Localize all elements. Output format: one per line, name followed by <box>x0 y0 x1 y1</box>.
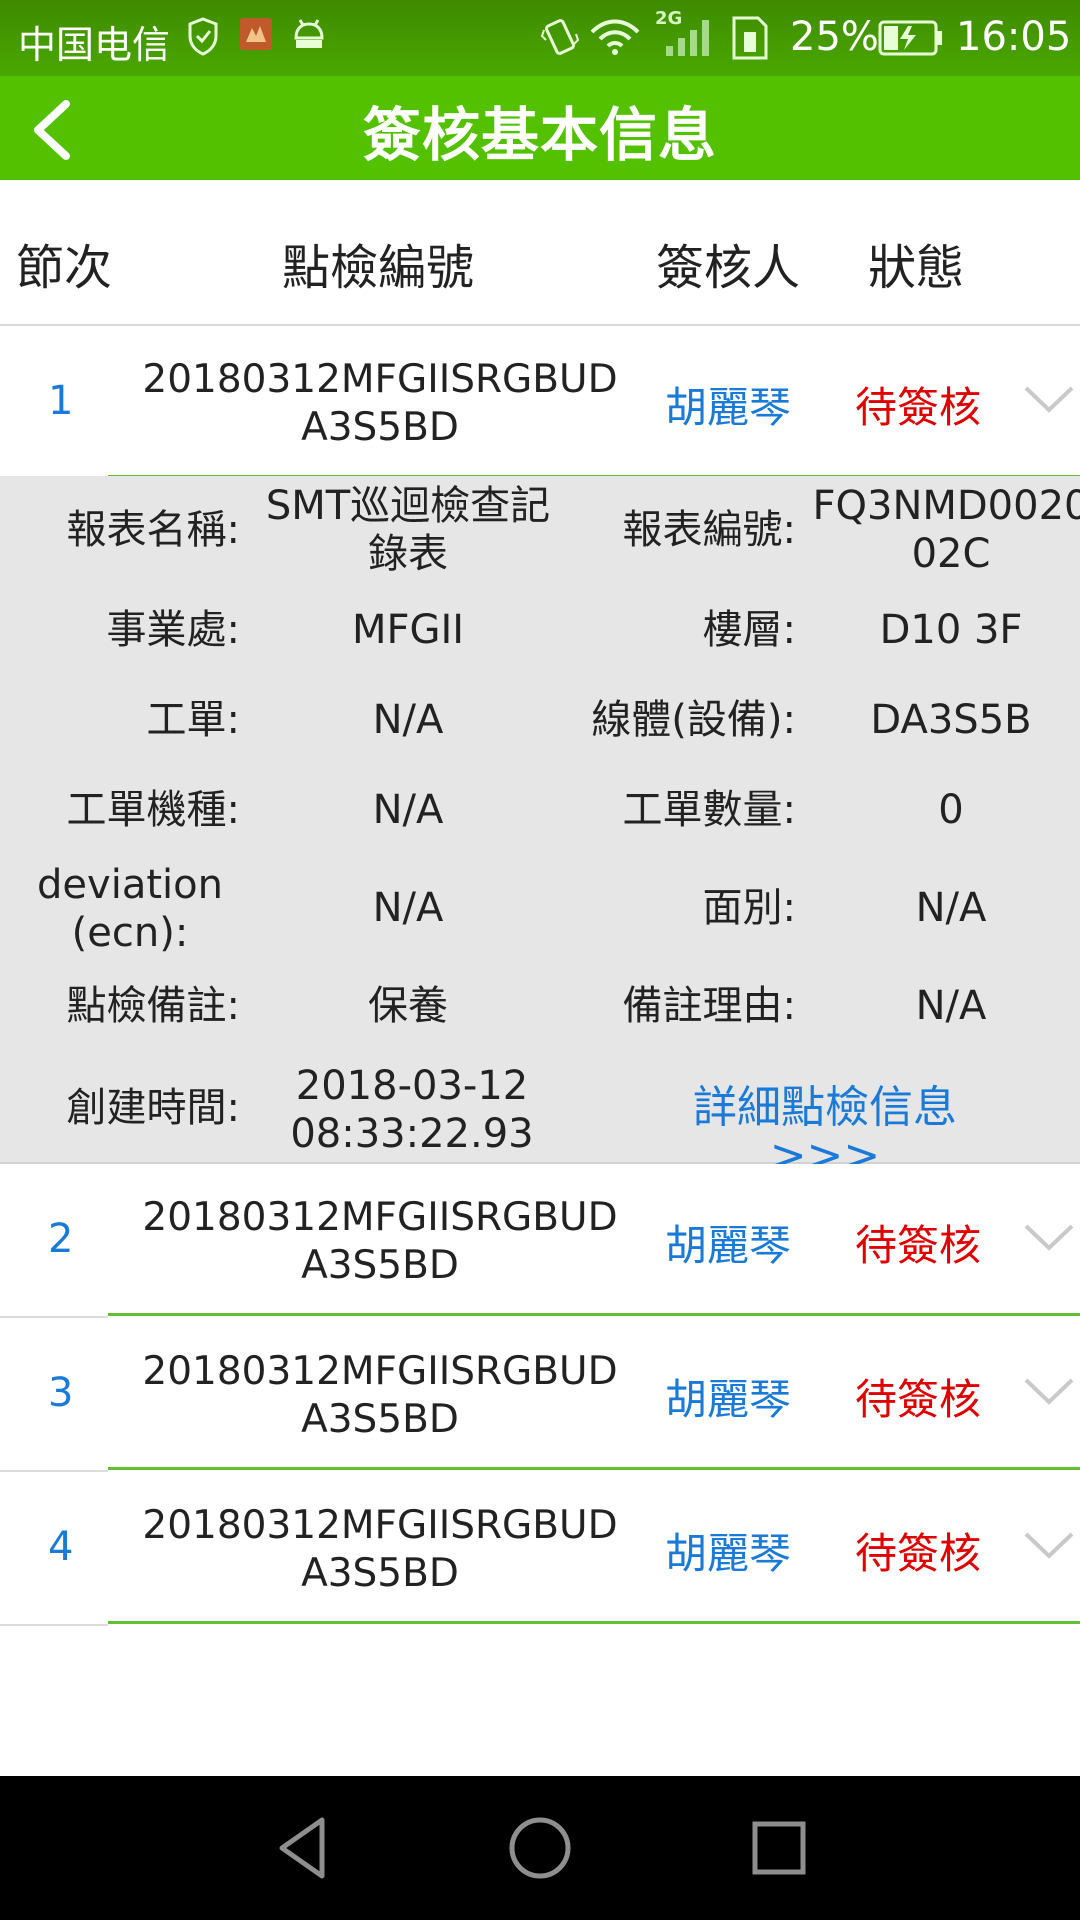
title-bar: 簽核基本信息 <box>0 76 1080 180</box>
chevron-down-icon[interactable] <box>1022 1220 1076 1254</box>
table-row[interactable]: 2 20180312MFGIISRGBUDA3S5BD 胡麗琴 待簽核 <box>0 1164 1080 1316</box>
navigation-bar <box>0 1776 1080 1920</box>
remark-value: 保養 <box>368 983 448 1029</box>
chevron-down-icon[interactable] <box>1022 382 1076 416</box>
side-value: N/A <box>915 885 987 931</box>
row-separator <box>0 1624 108 1626</box>
side-label: 面別: <box>702 885 796 931</box>
work-order-model-label: 工單機種: <box>66 787 240 833</box>
created-time-label: 創建時間: <box>66 1085 240 1131</box>
triangle-back-icon <box>279 1817 325 1879</box>
row-separator <box>0 1470 108 1472</box>
nav-back-button[interactable] <box>270 1812 334 1888</box>
table-row[interactable]: 1 20180312MFGIISRGBUDA3S5BD 胡麗琴 待簽核 <box>0 326 1080 478</box>
inspection-number: 20180312MFGIISRGBUDA3S5BD <box>142 1503 618 1596</box>
floor-label: 樓層: <box>702 607 796 653</box>
work-order-qty-value: 0 <box>938 787 964 833</box>
created-time-value: 2018-03-12 08:33:22.93 <box>290 1063 534 1157</box>
app-notification-icon <box>238 16 274 61</box>
status-text: 待簽核 <box>855 1529 982 1578</box>
battery-percent: 25% <box>790 14 879 60</box>
inspection-number: 20180312MFGIISRGBUDA3S5BD <box>142 1195 618 1288</box>
inspection-number: 20180312MFGIISRGBUDA3S5BD <box>142 1349 618 1442</box>
deviation-value: N/A <box>372 885 444 931</box>
status-text: 待簽核 <box>855 1221 982 1270</box>
row-number: 4 <box>48 1524 74 1570</box>
row-number: 3 <box>48 1370 74 1416</box>
row-divider <box>108 1313 1080 1316</box>
report-name-label: 報表名稱: <box>66 507 240 553</box>
column-header-inspection-no: 點檢編號 <box>282 240 475 296</box>
work-order-label: 工單: <box>146 697 240 743</box>
clock: 16:05 <box>956 14 1072 60</box>
column-header-status: 狀態 <box>868 240 965 296</box>
row-divider <box>108 1621 1080 1624</box>
row-number: 2 <box>48 1216 74 1262</box>
nav-recents-button[interactable] <box>746 1812 812 1888</box>
line-value: DA3S5B <box>870 697 1032 743</box>
chevron-down-icon[interactable] <box>1022 1528 1076 1562</box>
row-number: 1 <box>48 378 74 424</box>
table-row[interactable]: 4 20180312MFGIISRGBUDA3S5BD 胡麗琴 待簽核 <box>0 1472 1080 1624</box>
work-order-model-value: N/A <box>372 787 444 833</box>
signer-name: 胡麗琴 <box>665 1375 792 1424</box>
nav-home-button[interactable] <box>504 1812 576 1888</box>
wifi-icon <box>588 16 642 65</box>
sim-card-icon <box>730 16 770 69</box>
floor-value: D10 3F <box>879 607 1023 653</box>
report-number-value: FQ3NMD002002C <box>812 483 1080 577</box>
shield-icon <box>186 16 220 65</box>
signer-name: 胡麗琴 <box>665 1529 792 1578</box>
inspection-number: 20180312MFGIISRGBUDA3S5BD <box>142 357 618 450</box>
business-unit-value: MFGII <box>351 607 465 653</box>
carrier-name: 中国电信 <box>18 23 171 67</box>
status-bar: 中国电信 2G 25% 16:05 <box>0 0 1080 76</box>
android-debug-icon <box>290 16 328 61</box>
table-row[interactable]: 3 20180312MFGIISRGBUDA3S5BD 胡麗琴 待簽核 <box>0 1318 1080 1470</box>
report-number-label: 報表編號: <box>622 507 796 553</box>
business-unit-label: 事業處: <box>106 607 240 653</box>
circle-home-icon <box>509 1817 571 1879</box>
column-header-section: 節次 <box>16 240 113 296</box>
row-separator <box>0 1316 108 1318</box>
status-text: 待簽核 <box>855 383 982 432</box>
deviation-label: deviation (ecn): <box>37 862 223 956</box>
row-divider <box>108 1467 1080 1470</box>
remark-label: 點檢備註: <box>66 983 240 1029</box>
vibrate-icon <box>540 16 580 67</box>
remark-reason-label: 備註理由: <box>622 983 796 1029</box>
work-order-value: N/A <box>372 697 444 743</box>
chevron-down-icon[interactable] <box>1022 1374 1076 1408</box>
battery-charging-icon <box>878 20 944 65</box>
work-order-qty-label: 工單數量: <box>622 787 796 833</box>
page-title: 簽核基本信息 <box>362 101 717 169</box>
signal-icon <box>664 16 714 67</box>
line-label: 線體(設備): <box>591 697 796 743</box>
square-recents-icon <box>752 1821 806 1875</box>
remark-reason-value: N/A <box>915 983 987 1029</box>
report-name-value: SMT巡迴檢查記錄表 <box>265 483 551 577</box>
signer-name: 胡麗琴 <box>665 383 792 432</box>
signer-name: 胡麗琴 <box>665 1221 792 1270</box>
status-text: 待簽核 <box>855 1375 982 1424</box>
detail-panel: 報表名稱: SMT巡迴檢查記錄表 報表編號: FQ3NMD002002C 事業處… <box>0 476 1080 1180</box>
column-header-signer: 簽核人 <box>656 240 801 296</box>
table-header: 節次 點檢編號 簽核人 狀態 <box>0 180 1080 326</box>
